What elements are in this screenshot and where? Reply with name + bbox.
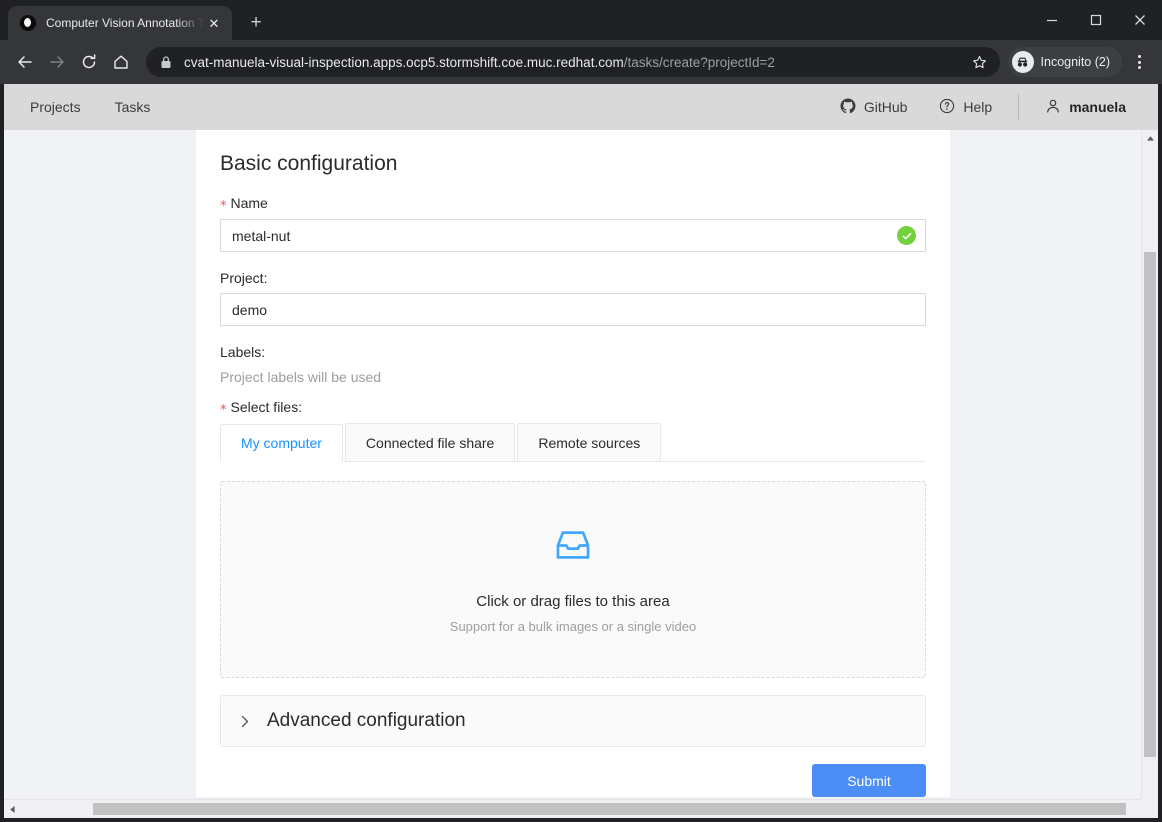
url-host: cvat-manuela-visual-inspection.apps.ocp5… [184,54,624,70]
nav-item-user[interactable]: manuela [1029,98,1142,117]
new-tab-button[interactable]: + [242,9,270,37]
home-icon[interactable] [106,47,136,77]
user-icon [1045,98,1061,117]
tab-connected-file-share[interactable]: Connected file share [344,423,516,461]
close-tab-icon[interactable]: ✕ [204,13,224,33]
nav-item-help-label: Help [963,99,993,115]
horizontal-scrollbar[interactable] [4,799,1158,818]
cvat-favicon [20,15,36,31]
nav-item-github-label: GitHub [863,99,908,115]
github-icon [840,97,856,117]
chevron-right-icon[interactable] [240,715,250,728]
nav-links: Projects Tasks [30,99,150,115]
address-bar[interactable]: cvat-manuela-visual-inspection.apps.ocp5… [146,47,1000,77]
reload-icon[interactable] [74,47,104,77]
browser-tabstrip: Computer Vision Annotation T ✕ + [0,0,1162,40]
required-marker: * [220,199,227,214]
project-select-input[interactable] [220,293,926,326]
browser-menu-icon[interactable] [1126,47,1152,77]
valid-check-icon [897,226,916,245]
name-field-label: * Name [220,195,926,214]
advanced-configuration-title: Advanced configuration [267,710,466,731]
scroll-up-icon[interactable] [1142,130,1158,146]
file-dropzone[interactable]: Click or drag files to this area Support… [220,481,926,678]
nav-username: manuela [1069,99,1126,115]
vertical-scrollbar-thumb[interactable] [1144,252,1156,757]
labels-hint: Project labels will be used [220,369,382,385]
create-task-card: Basic configuration *Name Project: Label… [196,130,950,797]
nav-item-tasks[interactable]: Tasks [115,99,151,115]
profile-chip[interactable]: Incognito (2) [1007,47,1122,77]
page-scroll-area: Basic configuration *Name Project: Label… [4,130,1158,818]
browser-toolbar: cvat-manuela-visual-inspection.apps.ocp5… [0,40,1162,84]
cvat-top-nav: Projects Tasks GitHub Help manuela [4,84,1158,130]
name-label-text: Name [230,195,268,211]
project-field-label: Project: [220,270,268,286]
minimize-icon[interactable] [1030,4,1074,36]
browser-tab-title: Computer Vision Annotation T [46,16,204,30]
nav-item-projects[interactable]: Projects [30,99,81,115]
vertical-scrollbar[interactable] [1141,130,1158,818]
submit-row: Submit [220,764,926,797]
labels-field-label: Labels: [220,344,266,360]
url-path: /tasks/create?projectId=2 [623,54,775,70]
required-marker: * [220,403,227,418]
scroll-left-icon[interactable] [4,800,20,818]
url-text: cvat-manuela-visual-inspection.apps.ocp5… [184,55,968,70]
back-icon[interactable] [10,47,40,77]
dropzone-secondary-text: Support for a bulk images or a single vi… [449,618,697,634]
page-viewport: Projects Tasks GitHub Help manuela Basic… [0,84,1162,822]
horizontal-scrollbar-thumb[interactable] [93,803,1126,815]
nav-divider [1018,94,1020,120]
maximize-icon[interactable] [1074,4,1118,36]
incognito-icon [1011,51,1034,73]
project-input-wrap [220,293,926,326]
dropzone-primary-text: Click or drag files to this area [476,592,670,610]
scrollbar-corner [1141,799,1158,818]
close-window-icon[interactable] [1118,4,1162,36]
select-files-label: * Select files: [220,399,926,418]
advanced-configuration-panel[interactable]: Advanced configuration [220,695,926,747]
tab-my-computer[interactable]: My computer [220,424,343,462]
submit-button[interactable]: Submit [812,764,926,797]
nav-item-github[interactable]: GitHub [824,97,924,117]
nav-actions: GitHub Help manuela [824,94,1142,120]
lock-icon [160,55,174,69]
name-input[interactable] [220,219,926,252]
forward-icon[interactable] [42,47,72,77]
file-source-tabs: My computer Connected file share Remote … [220,423,926,462]
nav-item-help[interactable]: Help [923,98,1008,117]
browser-window: Computer Vision Annotation T ✕ + cvat-ma… [0,0,1162,822]
profile-label: Incognito (2) [1040,55,1110,69]
select-files-label-text: Select files: [230,399,303,415]
inbox-icon [554,526,592,569]
browser-tab[interactable]: Computer Vision Annotation T ✕ [8,6,232,40]
name-input-wrap [220,219,926,252]
bookmark-star-icon[interactable] [968,55,992,70]
window-controls [1030,0,1162,40]
page-title: Basic configuration [220,152,398,175]
tab-remote-sources[interactable]: Remote sources [517,423,662,461]
question-circle-icon [939,98,955,117]
